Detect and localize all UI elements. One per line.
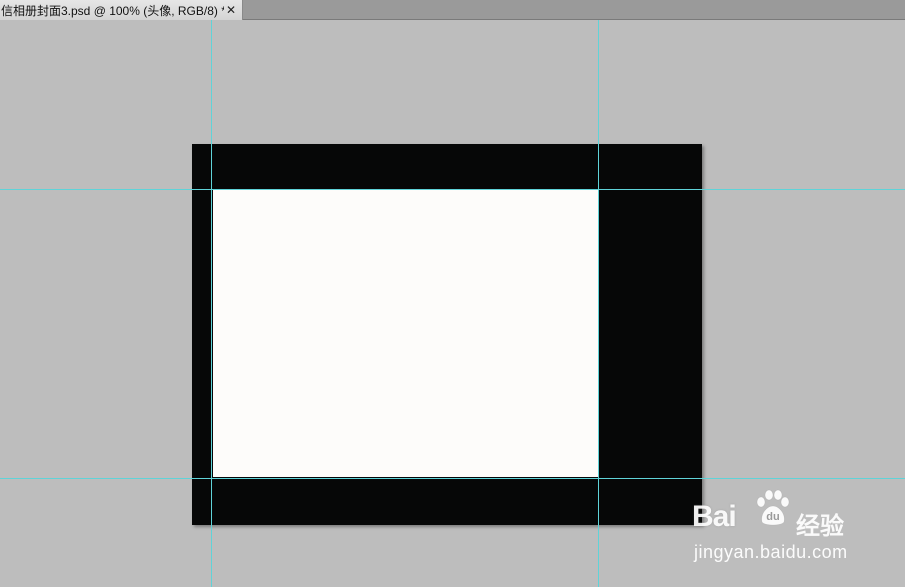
- document-tab[interactable]: 信相册封面3.psd @ 100% (头像, RGB/8) * ✕: [0, 0, 243, 20]
- vertical-guide-left[interactable]: [211, 20, 212, 587]
- canvas-workspace[interactable]: [0, 20, 905, 587]
- document-tab-title: 信相册封面3.psd @ 100% (头像, RGB/8) *: [1, 3, 224, 18]
- document-canvas[interactable]: [192, 144, 702, 525]
- photoshop-window: 信相册封面3.psd @ 100% (头像, RGB/8) * ✕ Bai du…: [0, 0, 905, 587]
- horizontal-guide-bottom[interactable]: [0, 478, 905, 479]
- photo-placeholder-area[interactable]: [213, 190, 599, 477]
- vertical-guide-right[interactable]: [598, 20, 599, 587]
- document-tab-bar: 信相册封面3.psd @ 100% (头像, RGB/8) * ✕: [0, 0, 905, 20]
- close-icon[interactable]: ✕: [224, 3, 238, 17]
- horizontal-guide-top[interactable]: [0, 189, 905, 190]
